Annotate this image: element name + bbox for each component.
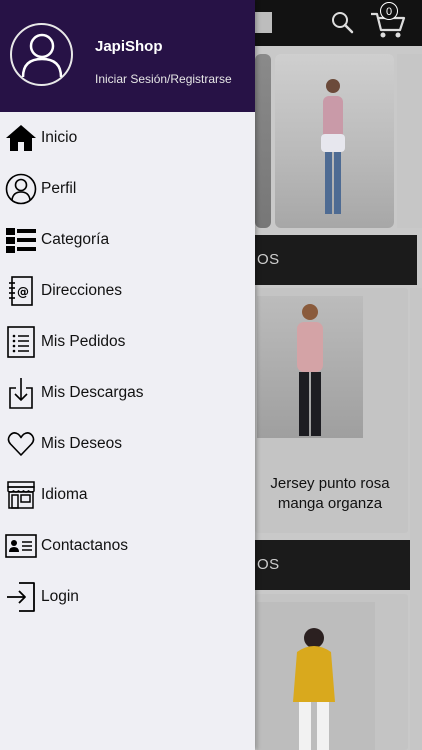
menu-item-label: Mis Deseos [41, 434, 122, 452]
product-card[interactable] [255, 594, 408, 750]
menu-item-label: Direcciones [41, 281, 122, 299]
menu-item-direcciones[interactable]: @ Direcciones [0, 265, 255, 316]
menu-item-label: Inicio [41, 128, 78, 146]
product-title[interactable]: Jersey punto rosa manga organza [255, 474, 405, 514]
section-header: OS [255, 235, 417, 285]
menu-item-label: Login [41, 587, 79, 605]
menu-item-idioma[interactable]: Idioma [0, 469, 255, 520]
login-register-link[interactable]: Iniciar Sesión/Registrarse [95, 72, 232, 86]
cart-count-badge: 0 [380, 2, 398, 20]
svg-text:@: @ [17, 285, 29, 299]
store-icon [6, 480, 35, 509]
product-image [257, 296, 363, 438]
home-icon [5, 124, 36, 151]
menu-item-inicio[interactable]: Inicio [0, 112, 255, 163]
section-title: OS [257, 556, 280, 573]
avatar[interactable] [10, 23, 73, 86]
menu-item-mis-deseos[interactable]: Mis Deseos [0, 418, 255, 469]
model-photo [293, 628, 335, 750]
product-card [410, 288, 422, 750]
category-list-icon [5, 227, 36, 253]
menu-item-label: Contactanos [41, 536, 129, 554]
menu-item-label: Mis Pedidos [41, 332, 126, 350]
product-card[interactable]: Jersey punto rosa manga organza [255, 288, 408, 533]
profile-icon [5, 173, 36, 204]
product-image [257, 602, 375, 750]
menu-item-label: Idioma [41, 485, 88, 503]
menu-item-mis-descargas[interactable]: Mis Descargas [0, 367, 255, 418]
login-icon [6, 581, 35, 612]
model-photo [297, 304, 323, 436]
contact-card-icon [4, 533, 37, 558]
menu-item-contactanos[interactable]: Contactanos [0, 520, 255, 571]
shop-name: JapiShop [95, 38, 163, 55]
drawer-header: JapiShop Iniciar Sesión/Registrarse [0, 0, 255, 112]
banner-image[interactable] [275, 54, 394, 228]
section-title: OS [257, 251, 280, 268]
search-icon[interactable] [330, 10, 356, 36]
drawer-menu: Inicio Perfil Categoría @ Direcciones Mi… [0, 112, 255, 622]
menu-item-label: Perfil [41, 179, 77, 197]
download-icon [8, 377, 33, 409]
orders-list-icon [6, 325, 35, 358]
banner-image [397, 54, 422, 228]
menu-item-label: Categoría [41, 230, 110, 248]
menu-item-label: Mis Descargas [41, 383, 144, 401]
user-icon [21, 33, 63, 78]
menu-item-login[interactable]: Login [0, 571, 255, 622]
menu-item-categoria[interactable]: Categoría [0, 214, 255, 265]
menu-item-perfil[interactable]: Perfil [0, 163, 255, 214]
navigation-drawer: JapiShop Iniciar Sesión/Registrarse Inic… [0, 0, 255, 750]
section-header: OS [255, 540, 417, 590]
address-book-icon: @ [8, 275, 33, 306]
menu-item-mis-pedidos[interactable]: Mis Pedidos [0, 316, 255, 367]
heart-icon [7, 431, 34, 456]
banner-image[interactable] [255, 54, 271, 228]
model-photo [321, 79, 345, 214]
search-field[interactable] [255, 12, 272, 33]
